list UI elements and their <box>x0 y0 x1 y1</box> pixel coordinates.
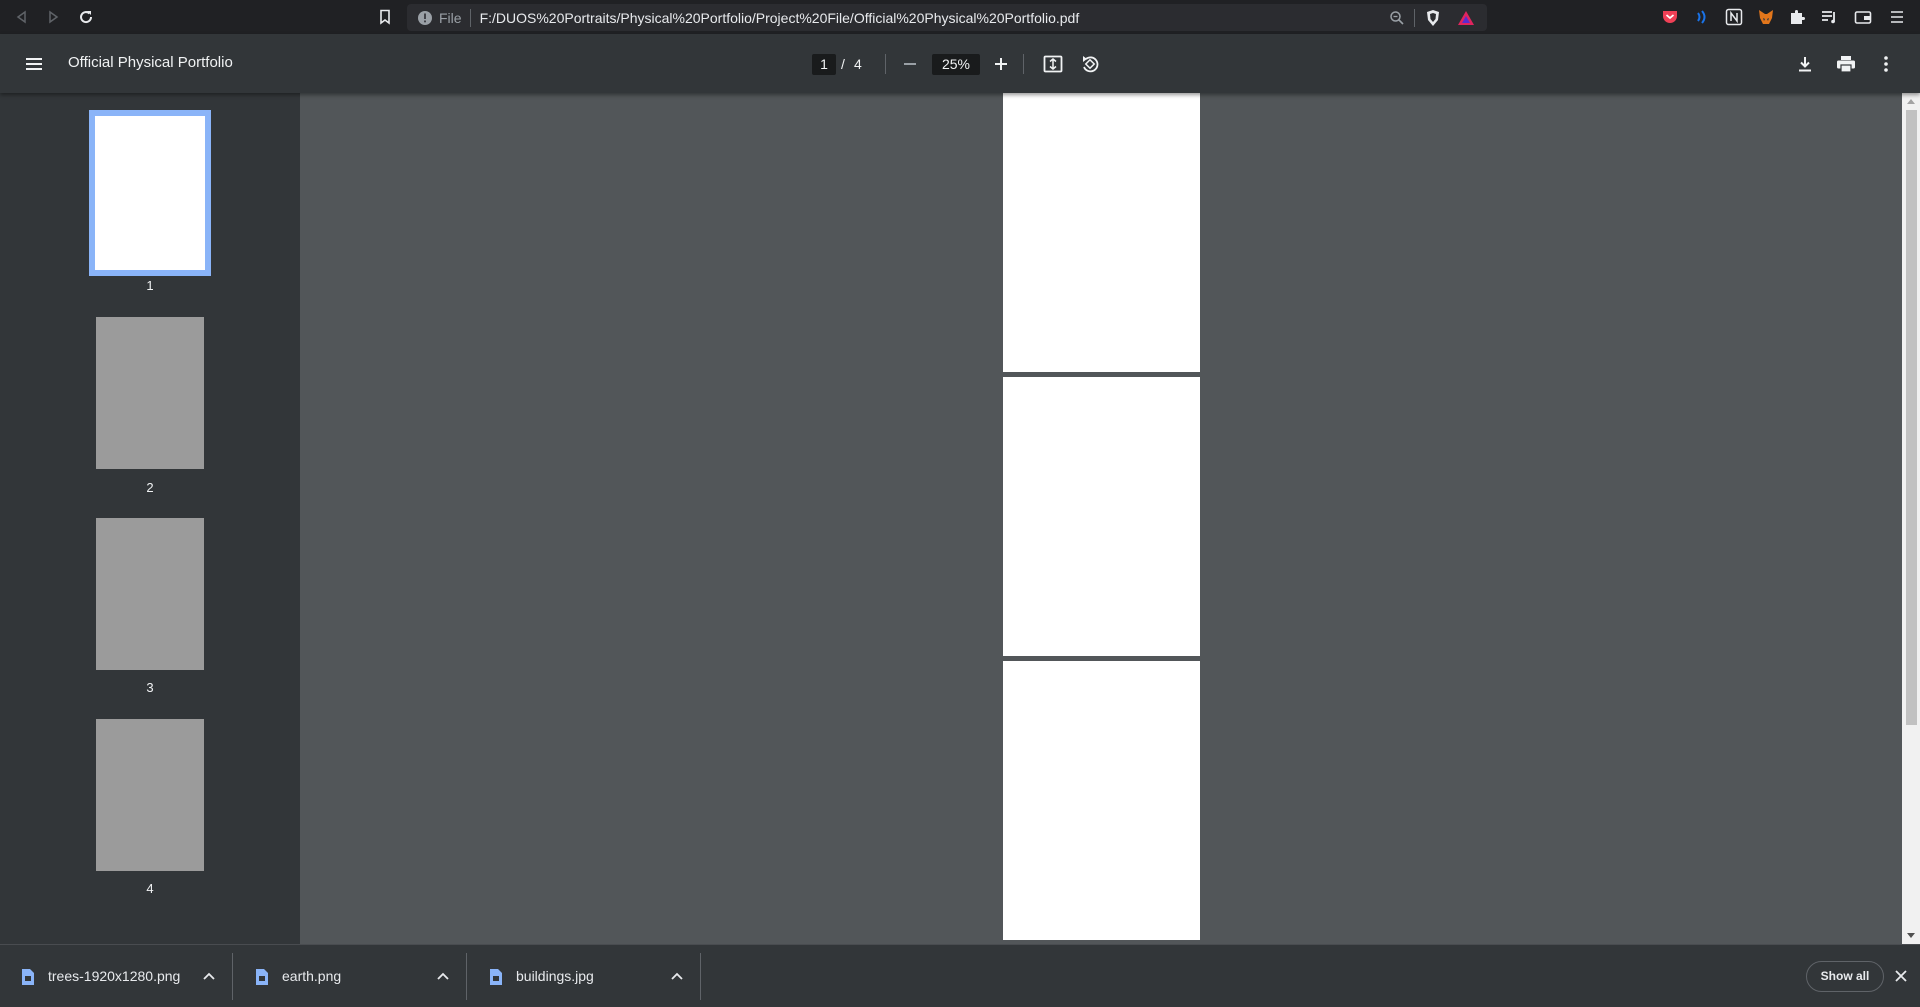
close-icon[interactable] <box>1892 967 1910 985</box>
zoom-magnifier-icon[interactable] <box>1388 9 1406 27</box>
thumbnail-page-2[interactable]: 2 <box>89 317 211 501</box>
download-icon <box>1799 57 1811 72</box>
page-separator: / <box>841 56 845 72</box>
print-button[interactable] <box>1834 52 1858 76</box>
rotate-counterclockwise-icon <box>1083 56 1099 73</box>
page-number-input[interactable]: 1 <box>812 54 836 75</box>
back-button[interactable] <box>10 5 34 29</box>
pdf-viewer-area[interactable] <box>300 93 1902 944</box>
browser-menu-icon[interactable] <box>1887 7 1907 27</box>
plus-icon <box>995 58 1007 70</box>
thumbnail-page-1[interactable]: 1 <box>89 110 211 310</box>
browser-top-bar: File F:/DUOS%20Portraits/Physical%20Port… <box>0 0 1920 34</box>
brave-shields-icon[interactable] <box>1424 9 1442 27</box>
more-actions-button[interactable] <box>1874 52 1898 76</box>
scrollbar-thumb[interactable] <box>1906 110 1917 725</box>
thumbnail-label: 3 <box>146 680 154 695</box>
scroll-up-arrow-icon[interactable] <box>1902 93 1920 109</box>
url-right-divider <box>1414 9 1415 27</box>
download-file-name: buildings.jpg <box>516 968 594 984</box>
zoom-in-button[interactable] <box>989 52 1013 76</box>
image-file-icon <box>490 969 502 985</box>
pocket-extension-icon[interactable] <box>1660 7 1680 27</box>
pdf-toolbar: Official Physical Portfolio 1 / 4 25% <box>0 34 1920 93</box>
thumbnail-image <box>96 719 204 871</box>
pdf-page <box>1003 661 1200 940</box>
wallet-icon[interactable] <box>1853 7 1873 27</box>
info-icon[interactable] <box>417 10 433 26</box>
image-file-icon <box>256 969 268 985</box>
fit-page-icon <box>1043 55 1063 73</box>
chevron-up-icon[interactable] <box>668 967 686 985</box>
reload-icon <box>80 11 93 24</box>
fit-to-page-button[interactable] <box>1041 52 1065 76</box>
thumbnail-label: 2 <box>146 480 154 495</box>
bookmark-button[interactable] <box>373 5 397 29</box>
show-all-downloads-button[interactable]: Show all <box>1806 961 1884 992</box>
chevron-up-icon[interactable] <box>200 967 218 985</box>
thumbnail-page-4[interactable]: 4 <box>89 719 211 903</box>
toolbar-divider <box>885 54 886 74</box>
printer-icon <box>1837 56 1855 73</box>
document-title: Official Physical Portfolio <box>68 54 233 71</box>
reload-button[interactable] <box>74 5 98 29</box>
download-item[interactable]: earth.png <box>234 953 467 1000</box>
thumbnail-label: 1 <box>146 278 154 293</box>
thumbnail-image <box>96 317 204 469</box>
url-scheme-label: File <box>439 9 462 26</box>
download-item[interactable]: buildings.jpg <box>468 953 701 1000</box>
forward-arrow-icon <box>49 10 59 24</box>
thumbnail-label: 4 <box>146 881 154 896</box>
download-file-name: trees-1920x1280.png <box>48 968 181 984</box>
pdf-page <box>1003 377 1200 656</box>
forward-button[interactable] <box>41 5 65 29</box>
thumbnail-image <box>96 518 204 670</box>
thumbnail-page-3[interactable]: 3 <box>89 518 211 702</box>
notion-extension-icon[interactable] <box>1724 7 1744 27</box>
download-shelf: trees-1920x1280.png earth.png buildings.… <box>0 944 1920 1007</box>
zoom-out-button[interactable] <box>898 52 922 76</box>
scroll-down-arrow-icon[interactable] <box>1902 928 1920 944</box>
chevron-up-icon[interactable] <box>434 967 452 985</box>
toolbar-divider <box>1023 54 1024 74</box>
audio-extension-icon[interactable] <box>1692 7 1712 27</box>
back-arrow-icon <box>16 10 26 24</box>
vertical-scrollbar[interactable] <box>1902 93 1920 944</box>
pdf-page <box>1003 93 1200 372</box>
url-divider <box>469 8 471 27</box>
image-file-icon <box>22 969 34 985</box>
download-file-name: earth.png <box>282 968 342 984</box>
page-total: 4 <box>854 56 862 72</box>
extensions-puzzle-icon[interactable] <box>1787 7 1807 27</box>
rotate-button[interactable] <box>1078 52 1102 76</box>
address-bar[interactable]: File F:/DUOS%20Portraits/Physical%20Port… <box>407 4 1487 31</box>
brave-rewards-icon[interactable] <box>1457 9 1475 27</box>
minus-icon <box>904 63 916 65</box>
zoom-level-input[interactable]: 25% <box>932 54 980 75</box>
vertical-dots-icon <box>1884 56 1888 72</box>
thumbnail-sidebar: 1 2 3 4 <box>0 93 300 944</box>
sidebar-toggle-button[interactable] <box>22 52 46 76</box>
download-item[interactable]: trees-1920x1280.png <box>0 953 233 1000</box>
hamburger-menu-icon <box>26 58 42 70</box>
bookmark-icon <box>380 9 390 25</box>
reading-list-icon[interactable] <box>1819 7 1839 27</box>
url-text[interactable]: F:/DUOS%20Portraits/Physical%20Portfolio… <box>480 10 1080 26</box>
metamask-extension-icon[interactable] <box>1756 7 1776 27</box>
thumbnail-image <box>89 110 211 276</box>
download-button[interactable] <box>1793 52 1817 76</box>
